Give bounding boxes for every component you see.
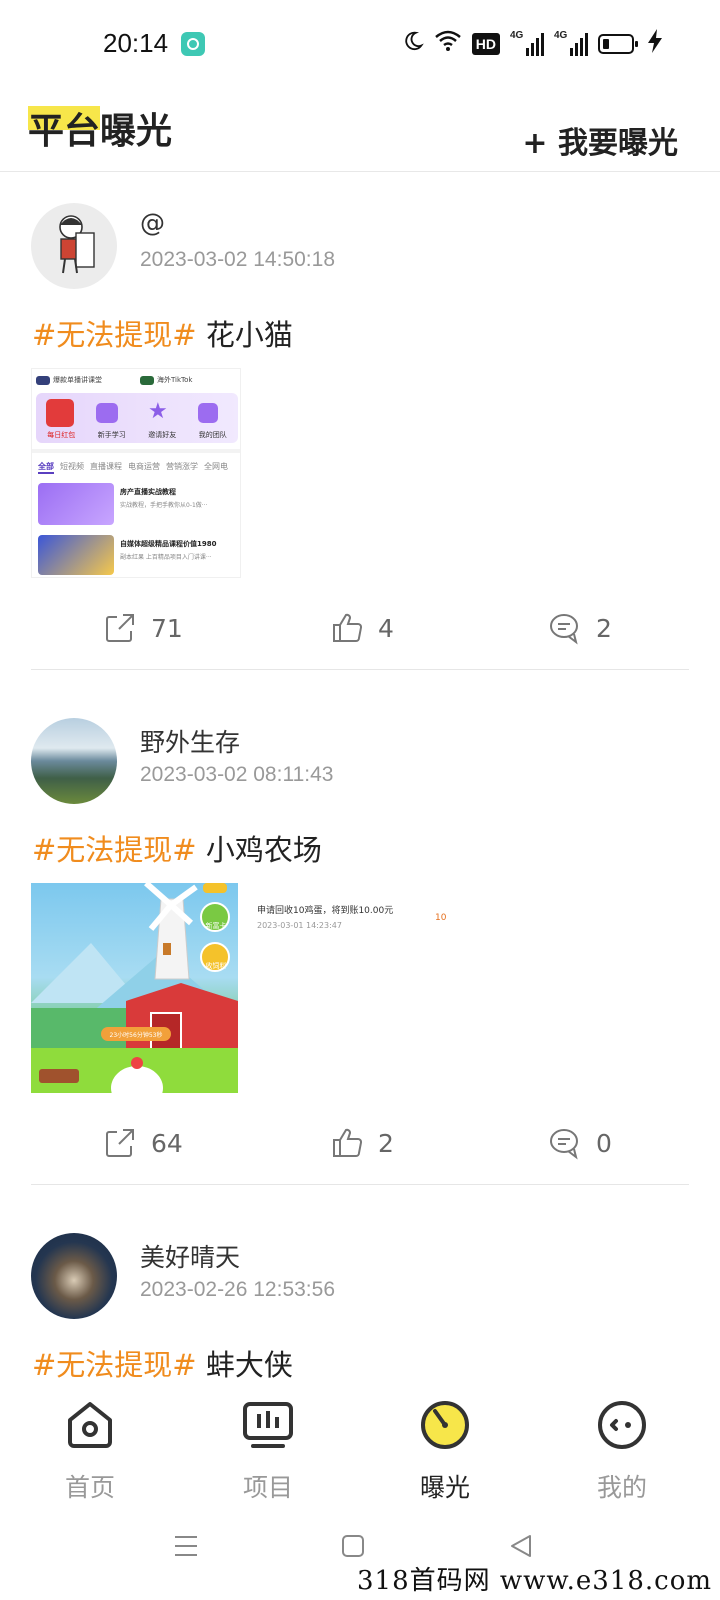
tab-projects[interactable]: 项目 (208, 1380, 328, 1510)
avatar[interactable] (31, 718, 117, 804)
farm-game-screenshot: 新富卡 收饲料 23小时56分钟53秒 (31, 883, 238, 1093)
moon-icon (402, 30, 424, 59)
signal-icon: 4G (554, 30, 588, 56)
star-icon: ★ (148, 399, 168, 424)
post-tag[interactable]: #无法提现# (32, 318, 197, 352)
expose-icon (421, 1401, 469, 1449)
share-icon (106, 1129, 134, 1157)
post-tag[interactable]: #无法提现# (32, 1348, 197, 1380)
username[interactable]: 美好晴天 (140, 1238, 240, 1274)
team-icon (198, 403, 218, 423)
projects-icon (243, 1402, 293, 1448)
image-categories: 全部 短视频 直播课程 电商运营 营销涨学 全网电 (38, 461, 228, 474)
farm-side-label: 新富卡 (205, 922, 227, 930)
comment-count: 0 (596, 1128, 612, 1158)
status-icons: HD 4G 4G (402, 28, 662, 60)
share-icon (106, 614, 134, 642)
menu-icon (175, 1536, 197, 1556)
tab-label: 项目 (242, 1473, 293, 1502)
avatar[interactable] (31, 203, 117, 289)
like-count: 2 (378, 1128, 394, 1158)
post-image[interactable]: 新富卡 收饲料 23小时56分钟53秒 申请回收10鸡蛋，将到账10.00元 2… (31, 883, 446, 1093)
signal-icon: 4G (510, 30, 544, 56)
record-time: 2023-03-01 14:23:47 (257, 921, 342, 930)
image-tab: 海外TikTok (140, 373, 240, 387)
course-thumbnail (38, 535, 114, 575)
menu-button[interactable] (173, 1532, 199, 1564)
post-text: #无法提现# 小鸡农场 (32, 827, 322, 869)
post-subject: 蚌大侠 (196, 1348, 293, 1380)
post-subject: 花小猫 (196, 318, 293, 352)
comment-icon (550, 614, 578, 645)
like-button[interactable]: 4 (330, 598, 394, 658)
post-text: #无法提现# 花小猫 (32, 312, 293, 354)
tab-expose[interactable]: 曝光 (385, 1380, 505, 1510)
post-timestamp: 2023-02-26 12:53:56 (140, 1278, 335, 1301)
thumbs-up-icon (333, 613, 362, 642)
learn-icon (96, 403, 118, 423)
divider (31, 1184, 689, 1185)
watermark: 318首码网 www.e318.com (357, 1566, 712, 1596)
post-tag[interactable]: #无法提现# (32, 833, 197, 867)
share-count: 64 (151, 1128, 183, 1158)
comment-button[interactable]: 2 (548, 598, 612, 658)
feed[interactable]: @ 2023-03-02 14:50:18 #无法提现# 花小猫 爆款单播讲课堂… (0, 172, 720, 1380)
share-button[interactable]: 64 (103, 1113, 183, 1173)
post-actions: 71 4 2 (0, 598, 720, 658)
record-text: 申请回收10鸡蛋，将到账10.00元 (257, 906, 394, 916)
tab-mine[interactable]: 我的 (562, 1380, 682, 1510)
course-thumbnail (38, 483, 114, 525)
avatar[interactable] (31, 1233, 117, 1319)
expose-button[interactable]: + 我要曝光 (522, 118, 678, 162)
image-tab: 爆款单播讲课堂 (36, 373, 136, 387)
course-desc: 副本红果 上百精品项目入门讲课··· (120, 554, 212, 561)
status-bar: 20:14 HD 4G 4G (0, 0, 720, 90)
post-timestamp: 2023-03-02 14:50:18 (140, 248, 335, 271)
comment-button[interactable]: 0 (548, 1113, 612, 1173)
thumbs-up-icon (333, 1128, 362, 1157)
tab-label: 曝光 (419, 1473, 470, 1502)
post-timestamp: 2023-03-02 08:11:43 (140, 763, 334, 786)
profile-icon (598, 1401, 646, 1449)
comment-icon (550, 1129, 578, 1160)
red-packet-icon (46, 399, 74, 427)
tab-bar: 首页 项目 曝光 我的 (0, 1380, 720, 1510)
farm-timer: 23小时56分钟53秒 (109, 1032, 163, 1039)
battery-icon (598, 34, 638, 54)
username[interactable]: @ (140, 208, 165, 237)
divider (31, 669, 689, 670)
post-subject: 小鸡农场 (196, 833, 322, 867)
post-card[interactable]: 美好晴天 2023-02-26 12:53:56 #无法提现# 蚌大侠 (0, 1202, 720, 1380)
record-amount: 10 (435, 913, 446, 923)
status-time: 20:14 (103, 28, 169, 58)
course-desc: 实战教程，手把手教你从0-1做··· (120, 502, 208, 509)
wifi-icon (434, 30, 462, 59)
share-count: 71 (151, 613, 183, 643)
header: 平台曝光 + 我要曝光 (0, 90, 720, 172)
hd-icon: HD (471, 33, 500, 55)
app-notification-icon (181, 32, 205, 56)
charging-icon (648, 28, 662, 60)
home-icon (68, 1402, 112, 1448)
comment-count: 2 (596, 613, 612, 643)
image-menu-labels: 每日红包 新手学习 邀请好友 我的团队 (47, 431, 227, 439)
post-text: #无法提现# 蚌大侠 (32, 1342, 293, 1380)
post-card[interactable]: @ 2023-03-02 14:50:18 #无法提现# 花小猫 爆款单播讲课堂… (0, 172, 720, 687)
home-square-icon (342, 1535, 364, 1557)
course-title: 自媒体超级精品课程价值1980 (120, 540, 217, 548)
like-button[interactable]: 2 (330, 1113, 394, 1173)
share-button[interactable]: 71 (103, 598, 183, 658)
like-count: 4 (378, 613, 394, 643)
post-card[interactable]: 野外生存 2023-03-02 08:11:43 #无法提现# 小鸡农场 新富卡… (0, 687, 720, 1202)
back-icon (511, 1535, 531, 1557)
course-title: 房产直播实战教程 (120, 488, 176, 496)
farm-side-label: 收饲料 (205, 962, 227, 970)
username[interactable]: 野外生存 (140, 723, 240, 759)
tab-label: 首页 (64, 1473, 115, 1502)
post-actions: 64 2 0 (0, 1113, 720, 1173)
page-title: 平台曝光 (28, 111, 173, 152)
post-image[interactable]: 爆款单播讲课堂 海外TikTok ★ 每日红包 新手学习 邀请好友 我的团队 全部 短视… (31, 368, 241, 578)
tab-label: 我的 (596, 1473, 647, 1502)
tab-home[interactable]: 首页 (30, 1380, 150, 1510)
